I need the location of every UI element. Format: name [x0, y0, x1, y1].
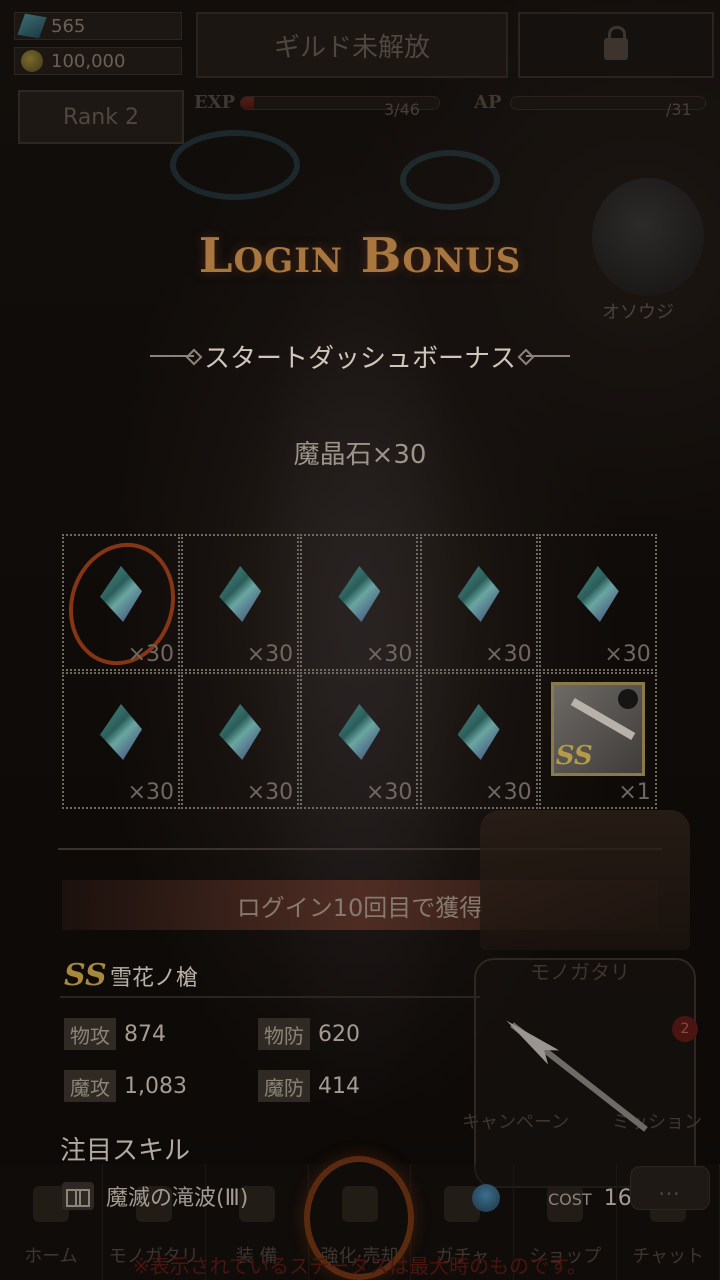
bonus-quantity: ×30 — [246, 642, 294, 667]
chat-bubble[interactable]: … — [630, 1166, 710, 1210]
stat-mag-atk: 魔攻 1,083 — [64, 1070, 187, 1102]
reward-label: 魔晶石×30 — [293, 440, 427, 470]
bonus-day-3: ×30 — [300, 534, 419, 671]
ornament-right — [526, 355, 570, 357]
crystal-icon — [457, 704, 500, 760]
bonus-day-8: ×30 — [300, 672, 419, 809]
monogatari-panel[interactable] — [474, 958, 696, 1188]
coin-count: 100,000 — [51, 50, 126, 72]
stat-value: 414 — [318, 1073, 360, 1099]
skill-title: 注目スキル — [60, 1136, 191, 1166]
book-decoration — [480, 810, 690, 950]
bonus-subtitle-text: スタートダッシュボーナス — [203, 343, 516, 374]
stat-phys-atk: 物攻 874 — [64, 1018, 166, 1050]
stat-phys-def: 物防 620 — [258, 1018, 360, 1050]
crystal-icon — [338, 566, 381, 622]
ornament-left — [149, 355, 194, 357]
bonus-quantity: ×30 — [365, 642, 413, 667]
bonus-subtitle: スタートダッシュボーナス — [140, 336, 580, 376]
crystal-icon — [100, 704, 142, 760]
weapon-card: SS — [550, 682, 645, 776]
crystal-icon — [338, 704, 381, 760]
exp-value: 3/46 — [384, 100, 420, 119]
exp-label: EXP — [194, 92, 236, 113]
bonus-day-7: ×30 — [181, 672, 300, 809]
crystal-icon — [576, 566, 619, 622]
bonus-quantity: ×30 — [127, 642, 174, 667]
crystal-icon — [219, 566, 262, 622]
monogatari-panel-title: モノガタリ — [530, 960, 630, 984]
cost-row: COST 16 — [548, 1186, 632, 1211]
status-footnote: ※表示されているステータスは最大時のものです。 — [132, 1254, 588, 1278]
bonus-quantity: ×30 — [604, 642, 651, 667]
coin-icon — [21, 50, 43, 72]
bonus-day-1: ×30 — [53, 528, 191, 680]
item-name: 雪花ノ槍 — [110, 966, 199, 991]
crystal-icon — [457, 566, 500, 622]
cleaning-label: オソウジ — [602, 302, 674, 323]
gacha-drop-icon — [472, 1184, 500, 1212]
item-rank-badge: SS — [64, 958, 107, 993]
bonus-quantity: ×30 — [365, 780, 413, 805]
bonus-day-5: ×30 — [538, 534, 657, 671]
crystal-icon — [17, 13, 47, 39]
ribbon-decoration — [170, 130, 300, 200]
stat-key: 魔防 — [258, 1070, 310, 1102]
stat-mag-def: 魔防 414 — [258, 1070, 360, 1102]
crystal-counter: 565 — [14, 12, 182, 40]
bonus-quantity: ×30 — [485, 642, 532, 667]
stat-value: 1,083 — [124, 1073, 187, 1099]
stat-value: 620 — [318, 1021, 360, 1047]
skill-name: 魔滅の滝波(Ⅲ) — [106, 1186, 249, 1211]
locked-button[interactable] — [518, 12, 714, 78]
bonus-quantity: ×30 — [485, 780, 532, 805]
ap-label: AP — [474, 92, 502, 113]
stat-key: 魔攻 — [64, 1070, 116, 1102]
bonus-day-2: ×30 — [181, 534, 300, 671]
weapon-rank-badge: SS — [555, 741, 593, 771]
lock-icon — [604, 26, 628, 60]
stat-key: 物攻 — [64, 1018, 116, 1050]
ribbon-decoration — [400, 150, 500, 210]
crystal-icon — [219, 704, 262, 760]
bonus-day-9: ×30 — [419, 672, 538, 809]
skill-row: 魔滅の滝波(Ⅲ) — [62, 1180, 248, 1212]
guild-button[interactable]: ギルド未解放 — [196, 12, 508, 78]
crystal-count: 565 — [51, 15, 86, 37]
panel-labels: キャンペーン ミッション — [462, 1108, 702, 1134]
ap-value: /31 — [666, 100, 692, 119]
bonus-quantity: ×30 — [246, 780, 294, 805]
cost-value: 16 — [603, 1186, 632, 1211]
exp-bar-fill — [241, 97, 254, 109]
stat-value: 874 — [124, 1021, 166, 1047]
book-icon — [62, 1182, 94, 1210]
login-bonus-grid: ×30 ×30 ×30 ×30 ×30 ×30 ×30 ×30 ×30 SS ×1 — [53, 528, 658, 810]
campaign-label[interactable]: キャンペーン — [462, 1108, 569, 1134]
equip-slot-icon — [617, 689, 638, 709]
bonus-day-6: ×30 — [62, 672, 180, 809]
cost-label: COST — [548, 1190, 592, 1209]
name-underline — [60, 996, 480, 998]
bonus-quantity: ×1 — [618, 780, 651, 805]
bonus-day-4: ×30 — [419, 534, 538, 671]
bonus-day-10: SS ×1 — [538, 672, 657, 809]
rank-button[interactable]: Rank 2 — [18, 90, 184, 144]
login-bonus-title: Login Bonus — [198, 228, 522, 284]
mission-badge: 2 — [672, 1016, 698, 1042]
coin-counter: 100,000 — [14, 47, 182, 75]
stat-key: 物防 — [258, 1018, 310, 1050]
bonus-quantity: ×30 — [127, 780, 174, 805]
